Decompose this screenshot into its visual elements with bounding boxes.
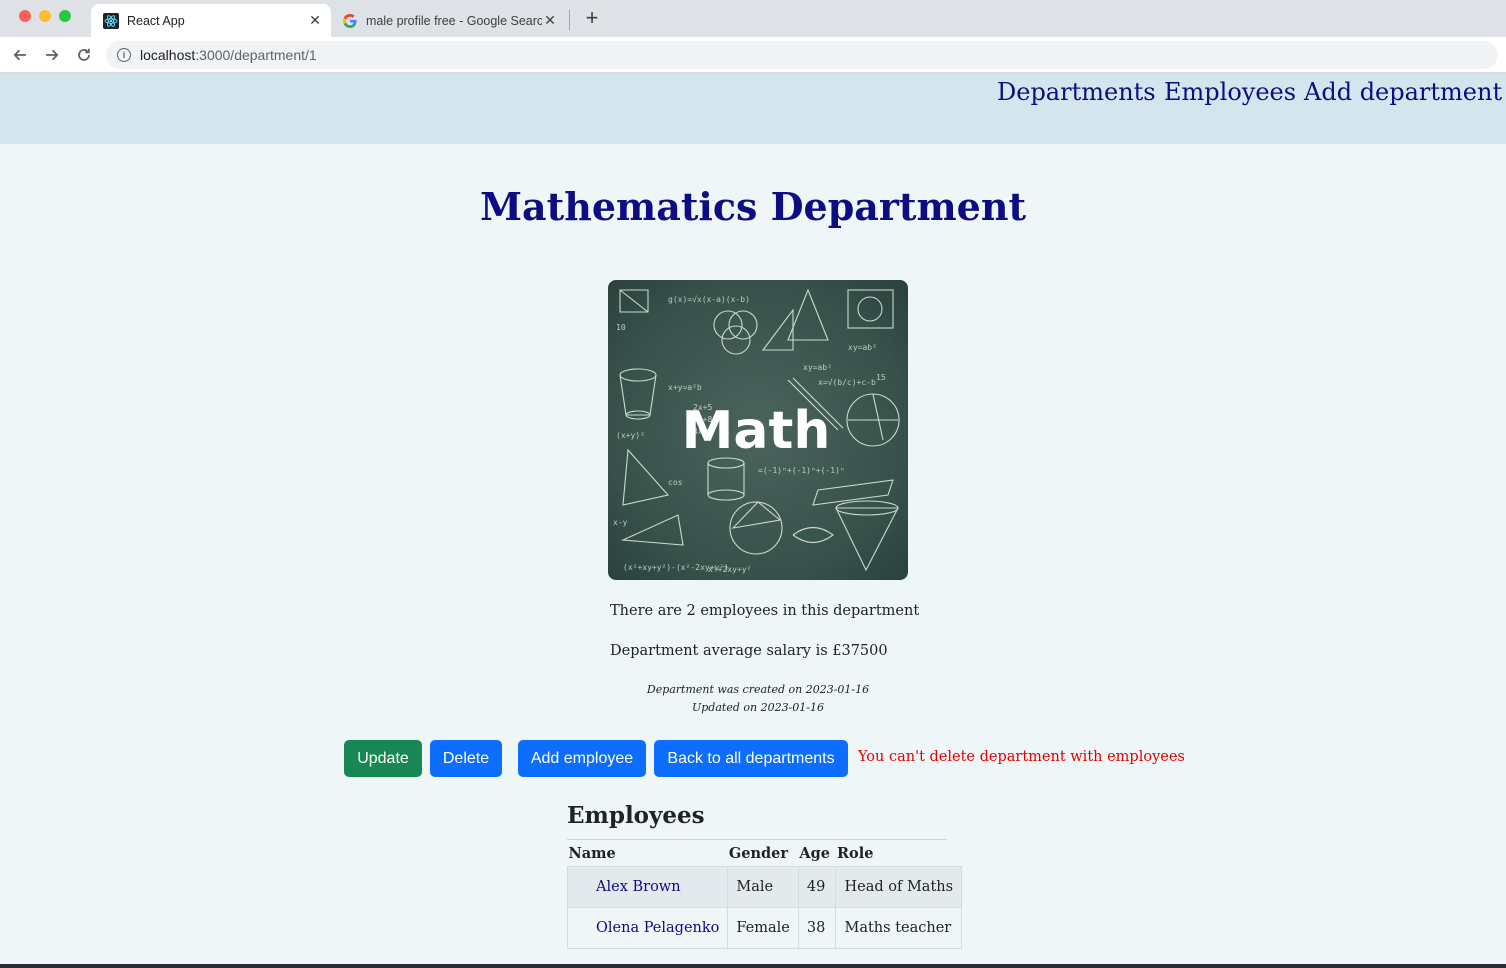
tab-divider (569, 10, 570, 30)
employee-role: Maths teacher (835, 906, 963, 949)
close-icon[interactable]: ✕ (307, 12, 323, 29)
update-button[interactable]: Update (344, 740, 422, 777)
tab-title: male profile free - Google Search (366, 13, 542, 28)
window-bottom-edge (0, 964, 1506, 968)
svg-text:xy=ab²: xy=ab² (848, 343, 877, 352)
svg-text:10: 10 (616, 323, 626, 332)
minimize-window-button[interactable] (39, 10, 51, 22)
svg-text:15: 15 (876, 373, 886, 382)
employee-count-text: There are 2 employees in this department (610, 603, 920, 619)
google-icon (342, 13, 358, 29)
close-icon[interactable]: ✕ (542, 12, 558, 29)
employee-name-cell: Alex Brown (566, 865, 729, 908)
page-title: Mathematics Department (479, 184, 1027, 229)
table-header-row: Name Gender Age Role (568, 842, 962, 866)
nav-link-employees[interactable]: Employees (1164, 78, 1296, 106)
tab-title: React App (127, 13, 185, 28)
chalkboard-math-illustration: g(x)=√x(x-a)(x-b) 10 x+y=a²b xy=ab² x=√(… (613, 288, 900, 574)
tab-react-app[interactable]: React App ✕ (91, 4, 331, 37)
employee-link[interactable]: Alex Brown (596, 879, 681, 895)
employees-heading: Employees (567, 802, 705, 829)
average-salary-text: Department average salary is £37500 (610, 643, 888, 659)
svg-text:x-y: x-y (613, 518, 628, 527)
svg-text:(x+y)²: (x+y)² (616, 431, 645, 440)
svg-text:cos: cos (668, 478, 683, 487)
browser-toolbar: i localhost:3000/department/1 (0, 37, 1506, 73)
close-window-button[interactable] (19, 10, 31, 22)
back-to-departments-button[interactable]: Back to all departments (654, 740, 848, 777)
employees-table: Name Gender Age Role Alex Brown Male 49 … (566, 842, 963, 949)
delete-button[interactable]: Delete (430, 740, 502, 777)
table-row: Olena Pelagenko Female 38 Maths teacher (566, 906, 963, 949)
column-header-age: Age (799, 845, 830, 863)
employee-gender: Male (727, 865, 799, 908)
created-date-text: Department was created on 2023-01-16 (646, 683, 870, 696)
nav-link-add-department[interactable]: Add department (1304, 78, 1502, 106)
reload-icon[interactable] (74, 45, 94, 65)
employee-link[interactable]: Olena Pelagenko (596, 920, 719, 936)
info-icon[interactable]: i (117, 48, 131, 62)
department-image: g(x)=√x(x-a)(x-b) 10 x+y=a²b xy=ab² x=√(… (608, 280, 908, 580)
column-header-name: Name (568, 845, 616, 863)
employee-role: Head of Maths (835, 865, 963, 908)
back-arrow-icon[interactable] (10, 45, 30, 65)
svg-text:x=√(b/c)+c-b: x=√(b/c)+c-b (818, 378, 876, 387)
react-icon (103, 12, 119, 29)
employee-name-cell: Olena Pelagenko (566, 906, 729, 949)
url-host: localhost (140, 47, 196, 63)
table-row: Alex Brown Male 49 Head of Maths (566, 865, 963, 908)
column-header-gender: Gender (728, 845, 789, 863)
column-header-role: Role (836, 845, 874, 863)
address-bar[interactable]: i localhost:3000/department/1 (106, 41, 1498, 69)
updated-date-text: Updated on 2023-01-16 (691, 701, 824, 714)
svg-text:x+y=a²b: x+y=a²b (668, 383, 702, 392)
employee-age: 38 (797, 906, 837, 949)
divider (567, 839, 947, 840)
employee-gender: Female (727, 906, 799, 949)
image-label: Math (682, 401, 831, 461)
svg-text:xy=ab²: xy=ab² (803, 363, 832, 372)
app-navbar: Departments Employees Add department (0, 73, 1506, 144)
add-employee-button[interactable]: Add employee (518, 740, 646, 777)
svg-text:g(x)=√x(x-a)(x-b): g(x)=√x(x-a)(x-b) (668, 295, 750, 304)
delete-error-message: You can't delete department with employe… (858, 749, 1185, 765)
url-path: :3000/department/1 (195, 47, 317, 63)
svg-text:=(-1)ⁿ+(-1)ⁿ+(-1)ⁿ: =(-1)ⁿ+(-1)ⁿ+(-1)ⁿ (758, 466, 845, 475)
maximize-window-button[interactable] (59, 10, 71, 22)
new-tab-button[interactable]: + (582, 7, 602, 29)
browser-tab-bar: React App ✕ male profile free - Google S… (0, 0, 1506, 37)
employee-age: 49 (797, 865, 837, 908)
forward-arrow-icon[interactable] (42, 45, 62, 65)
nav-link-departments[interactable]: Departments (997, 78, 1156, 106)
tab-google-search[interactable]: male profile free - Google Search ✕ (336, 4, 566, 37)
svg-text:x²+2xy+y²: x²+2xy+y² (708, 565, 751, 574)
